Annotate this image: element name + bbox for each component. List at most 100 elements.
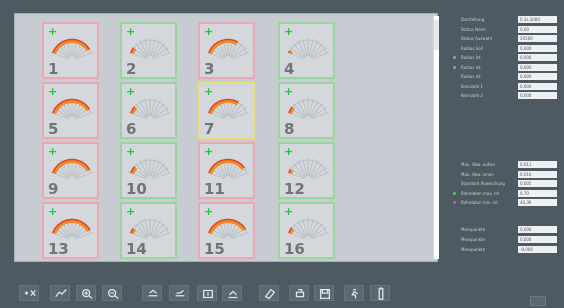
rotate-right-icon xyxy=(175,289,185,297)
parameter-value-field[interactable]: 40,36 xyxy=(518,199,557,206)
parameter-label: Radius Ist xyxy=(461,64,481,70)
series-marker-icon xyxy=(453,191,456,195)
parameter-row: Kennzahl 1 0,000 xyxy=(449,82,557,90)
parameter-value-field[interactable]: 0,005 xyxy=(518,180,557,187)
gauge-tile-16[interactable]: +16 xyxy=(278,202,335,259)
tile-number: 10 xyxy=(126,180,147,198)
parameter-value-field[interactable]: -0,000 xyxy=(518,246,557,253)
parameter-value-field[interactable]: 0,000 xyxy=(518,44,557,52)
gauge-value-arc xyxy=(208,99,239,115)
tile-number: 3 xyxy=(204,60,215,78)
gauge-tile-5[interactable]: +5 xyxy=(42,82,99,139)
parameter-row: Messpunkte -0,000 xyxy=(449,246,557,253)
rotate-left-icon xyxy=(148,289,158,297)
parameter-label: Messpunkte xyxy=(461,237,486,242)
parameter-label: Darstellung xyxy=(461,17,485,22)
vertical-scrollbar[interactable] xyxy=(433,16,439,259)
gauge-tile-1[interactable]: +1 xyxy=(42,22,99,79)
zoom-in-button[interactable] xyxy=(76,285,96,301)
parameter-label: Radius Ist xyxy=(461,74,481,79)
tile-number: 12 xyxy=(284,180,305,198)
gauge-tile-14[interactable]: +14 xyxy=(120,202,177,259)
parameter-row: Status Auswahl 20500 xyxy=(449,35,557,42)
gauge-chart xyxy=(287,98,329,119)
print-button[interactable] xyxy=(289,285,309,301)
parameter-value-field[interactable]: 0,000 xyxy=(518,54,557,61)
gauge-chart xyxy=(51,218,93,239)
gauge-tile-13[interactable]: +13 xyxy=(42,202,99,259)
run-icon xyxy=(351,288,359,299)
parameter-value-field[interactable]: 0,000 xyxy=(518,73,557,80)
scale-button[interactable] xyxy=(19,285,39,301)
gauge-tile-6[interactable]: +6 xyxy=(120,82,177,139)
parameter-value-field[interactable]: 0,00 xyxy=(518,25,557,33)
tile-number: 4 xyxy=(284,60,295,78)
bottom-toolbar xyxy=(14,285,554,307)
parameter-value-field[interactable]: 0,000 xyxy=(518,236,557,243)
corner-button[interactable] xyxy=(530,296,546,306)
parameter-value-field[interactable]: 0,011 xyxy=(518,161,557,168)
parameter-row: Rohrdaten max. Ist 0,70 xyxy=(449,189,557,197)
eraser-button[interactable] xyxy=(259,285,279,301)
parameter-row: Standard Abweichung 0,005 xyxy=(449,180,557,187)
parameter-value-field[interactable]: 0,70 xyxy=(518,189,557,197)
gauge-tile-9[interactable]: +9 xyxy=(42,142,99,199)
app-window: +1 +2 +3 +4 +5 +6 +7 +8 +9 +10 +11 +12 +13 +14 +15 +16 … xyxy=(0,0,564,308)
tile-number: 5 xyxy=(48,120,59,138)
parameter-label: Status Auswahl xyxy=(461,36,492,41)
gauge-chart xyxy=(51,38,93,59)
parameter-value-field[interactable]: 0,000 xyxy=(518,63,557,71)
save-button[interactable] xyxy=(314,285,334,301)
tile-number: 15 xyxy=(204,240,225,258)
gauge-tile-4[interactable]: +4 xyxy=(278,22,335,79)
chart-button[interactable] xyxy=(50,285,70,301)
eraser-icon xyxy=(264,288,276,300)
scrollbar-thumb[interactable] xyxy=(434,20,439,50)
parameter-row: Kennzahl 2 0,000 xyxy=(449,92,557,99)
rotate-right-button[interactable] xyxy=(169,285,189,301)
parameter-row: Status Nenn 0,00 xyxy=(449,25,557,33)
save-icon xyxy=(319,288,331,300)
tile-number: 16 xyxy=(284,240,305,258)
gauge-chart xyxy=(287,218,329,239)
gauge-tile-2[interactable]: +2 xyxy=(120,22,177,79)
gauge-chart xyxy=(129,38,171,59)
rotate-down-button[interactable] xyxy=(222,285,242,301)
parameter-value-field[interactable]: 0,000 xyxy=(518,92,557,99)
gauge-tile-15[interactable]: +15 xyxy=(198,202,255,259)
parameter-panel: Darstellung 0,1s,1000 Status Nenn 0,00 Statu… xyxy=(449,12,557,262)
gauge-tile-12[interactable]: +12 xyxy=(278,142,335,199)
gauge-tile-7[interactable]: +7 xyxy=(198,82,255,139)
parameter-value-field[interactable]: 0,000 xyxy=(518,82,557,90)
parameter-row: Radius Ist 0,000 xyxy=(449,63,557,71)
parameter-label: Standard Abweichung xyxy=(461,181,505,186)
gauge-chart xyxy=(207,158,249,179)
parameter-label: Kennzahl 1 xyxy=(461,83,483,89)
zoom-out-button[interactable] xyxy=(102,285,122,301)
gauge-chart xyxy=(207,38,249,59)
zoom-out-icon xyxy=(107,288,119,299)
parameter-value-field[interactable]: 0,010 xyxy=(518,170,557,178)
rotate-left-button[interactable] xyxy=(142,285,162,301)
parameter-label: Status Nenn xyxy=(461,26,486,32)
tile-number: 8 xyxy=(284,120,295,138)
gauge-tile-11[interactable]: +11 xyxy=(198,142,255,199)
parameter-row: Radius Ist 0,000 xyxy=(449,73,557,80)
parameter-value-field[interactable]: 0,1s,1000 xyxy=(518,16,557,23)
parameter-value-field[interactable]: 0,000 xyxy=(518,226,557,233)
rotate-up-button[interactable] xyxy=(197,285,217,301)
tile-number: 9 xyxy=(48,180,59,198)
run-button[interactable] xyxy=(344,285,364,301)
gauge-tile-8[interactable]: +8 xyxy=(278,82,335,139)
scale-icon xyxy=(24,290,36,297)
parameter-row: Rohrdaten min. Ist 40,36 xyxy=(449,199,557,206)
battery-button[interactable] xyxy=(370,285,390,301)
gauge-tile-10[interactable]: +10 xyxy=(120,142,177,199)
parameter-value-field[interactable]: 20500 xyxy=(518,35,557,42)
gauge-tile-3[interactable]: +3 xyxy=(198,22,255,79)
parameter-label: Rohrdaten max. Ist xyxy=(461,190,500,196)
series-marker-icon xyxy=(453,65,456,69)
parameter-row: Messpunkte 0,000 xyxy=(449,236,557,243)
tile-number: 2 xyxy=(126,60,137,78)
parameter-label: Max. Abw. innen xyxy=(461,171,494,177)
